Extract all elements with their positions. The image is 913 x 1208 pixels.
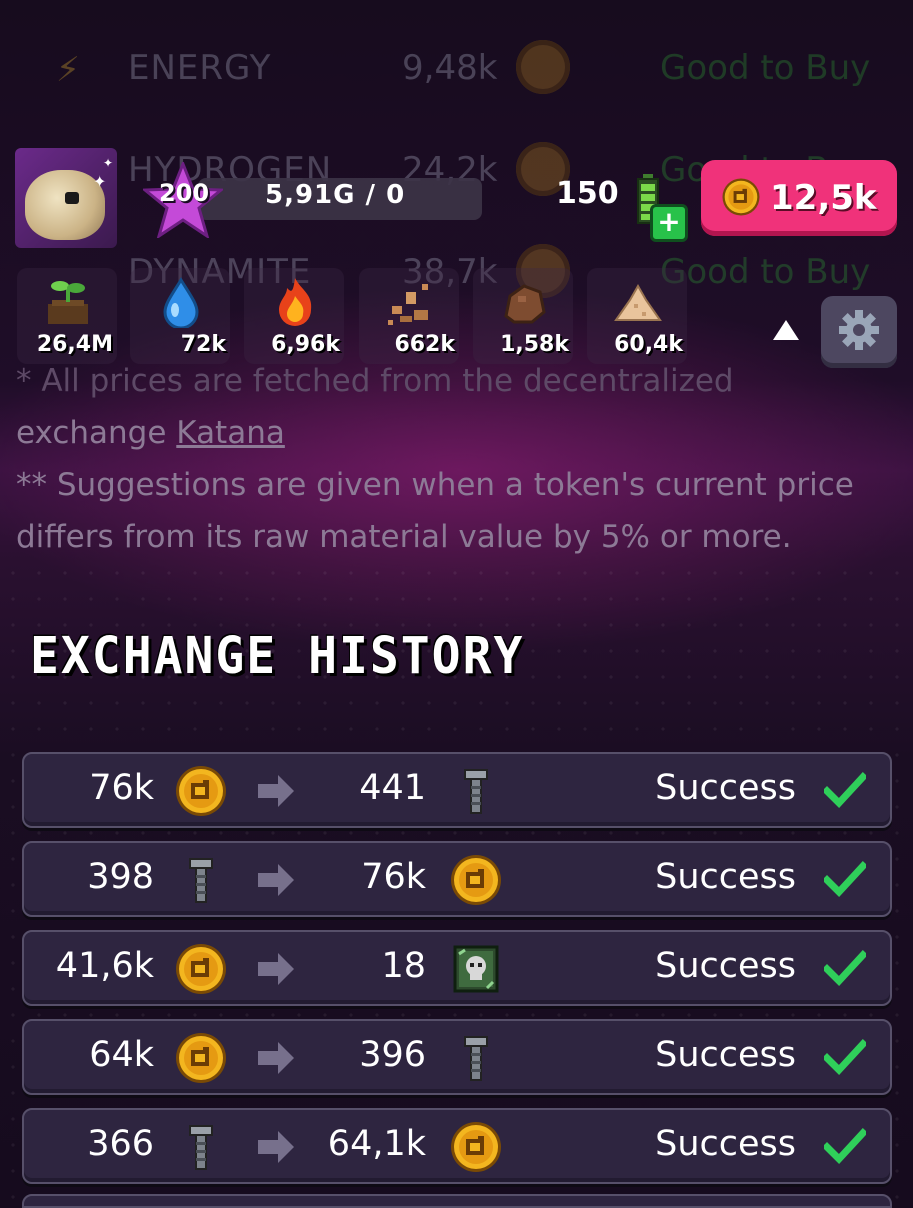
- screw-icon: [464, 769, 488, 814]
- resource-value: 72k: [180, 332, 226, 357]
- settings-button[interactable]: [821, 296, 897, 368]
- status-text: Success: [655, 1035, 796, 1075]
- to-amount: 441: [359, 768, 426, 808]
- note-text: exchange: [16, 415, 177, 451]
- resource-value: 26,4M: [36, 332, 113, 357]
- exchange-history-title: EXCHANGE HISTORY: [30, 626, 525, 686]
- sparkle-icon: ✦: [103, 156, 114, 170]
- gold-coin-icon: [451, 1122, 501, 1172]
- market-row-energy: ⚡ ENERGY 9,48k Good to Buy: [0, 30, 913, 110]
- gold-coin-icon: [516, 40, 570, 94]
- from-amount: 76k: [89, 768, 154, 808]
- status-text: Success: [655, 857, 796, 897]
- water-drop-icon: [163, 277, 199, 328]
- suggestion-note: ** Suggestions are given when a token's …: [16, 467, 854, 503]
- sand-icon: [614, 283, 662, 321]
- arrow-right-icon: [258, 864, 294, 896]
- gold-balance: 12,5k: [770, 178, 877, 218]
- check-icon: [824, 1127, 866, 1165]
- to-amount: 76k: [361, 857, 426, 897]
- history-row[interactable]: 41,6k 18 Success: [22, 930, 892, 1006]
- check-icon: [824, 771, 866, 809]
- player-hud: ✦ ✦ 200 5,91G / 0 150 + 12,5k 26,4M 72k: [0, 140, 913, 390]
- energy-value: 150: [556, 176, 619, 211]
- to-amount: 64,1k: [327, 1124, 426, 1164]
- arrow-right-icon: [258, 1131, 294, 1163]
- gold-coin-icon: [451, 855, 501, 905]
- price-source-note-cont: exchange Katana: [16, 408, 285, 459]
- resource-rock[interactable]: 1,58k: [473, 268, 573, 364]
- gold-coin-icon: [176, 766, 226, 816]
- lightning-icon: ⚡: [56, 50, 80, 90]
- from-amount: 41,6k: [55, 946, 154, 986]
- check-icon: [824, 949, 866, 987]
- arrow-right-icon: [258, 775, 294, 807]
- sparkle-icon: ✦: [93, 172, 107, 191]
- arrow-right-icon: [258, 953, 294, 985]
- resource-ore[interactable]: 662k: [359, 268, 459, 364]
- arrow-right-icon: [258, 1042, 294, 1074]
- check-icon: [824, 1038, 866, 1076]
- xp-value: 5,91G / 0: [265, 180, 406, 210]
- suggestion-note-cont: differs from its raw material value by 5…: [16, 519, 792, 555]
- fire-icon: [279, 278, 312, 326]
- resource-plant[interactable]: 26,4M: [17, 268, 117, 364]
- from-amount: 64k: [89, 1035, 154, 1075]
- gold-coin-icon: [176, 1033, 226, 1083]
- resource-value: 662k: [394, 332, 455, 357]
- resource-fire[interactable]: 6,96k: [244, 268, 344, 364]
- rock-icon: [504, 284, 546, 324]
- resource-value: 6,96k: [271, 332, 340, 357]
- skull-card-icon: [453, 945, 499, 993]
- gold-coin-icon: [176, 944, 226, 994]
- player-level: 200: [158, 179, 210, 207]
- to-amount: 396: [359, 1035, 426, 1075]
- katana-link[interactable]: Katana: [176, 415, 285, 451]
- history-row[interactable]: 398 76k Success: [22, 841, 892, 917]
- status-text: Success: [655, 946, 796, 986]
- screw-icon: [464, 1036, 488, 1081]
- gear-icon: [839, 310, 879, 350]
- history-row-partial: [22, 1194, 892, 1208]
- resource-sand[interactable]: 60,4k: [587, 268, 687, 364]
- status-text: Success: [655, 1124, 796, 1164]
- avatar-eye: [65, 192, 79, 204]
- collapse-arrow-icon[interactable]: [773, 320, 799, 340]
- history-row[interactable]: 76k 441 Success: [22, 752, 892, 828]
- resource-water[interactable]: 72k: [130, 268, 230, 364]
- plant-icon: [48, 281, 88, 324]
- market-token-name: ENERGY: [128, 48, 272, 88]
- to-amount: 18: [381, 946, 426, 986]
- status-text: Success: [655, 768, 796, 808]
- history-row[interactable]: 64k 396 Success: [22, 1019, 892, 1095]
- resource-value: 60,4k: [614, 332, 683, 357]
- resource-value: 1,58k: [500, 332, 569, 357]
- add-energy-button[interactable]: +: [650, 204, 688, 242]
- from-amount: 398: [87, 857, 154, 897]
- screw-icon: [189, 858, 213, 903]
- market-token-price: 9,48k: [402, 48, 498, 88]
- ore-icon: [388, 284, 428, 325]
- history-row[interactable]: 366 64,1k Success: [22, 1108, 892, 1184]
- avatar[interactable]: ✦ ✦: [15, 148, 117, 248]
- screw-icon: [189, 1125, 213, 1170]
- from-amount: 366: [87, 1124, 154, 1164]
- gold-coin-icon: [722, 178, 760, 216]
- check-icon: [824, 860, 866, 898]
- market-suggestion: Good to Buy: [660, 48, 871, 88]
